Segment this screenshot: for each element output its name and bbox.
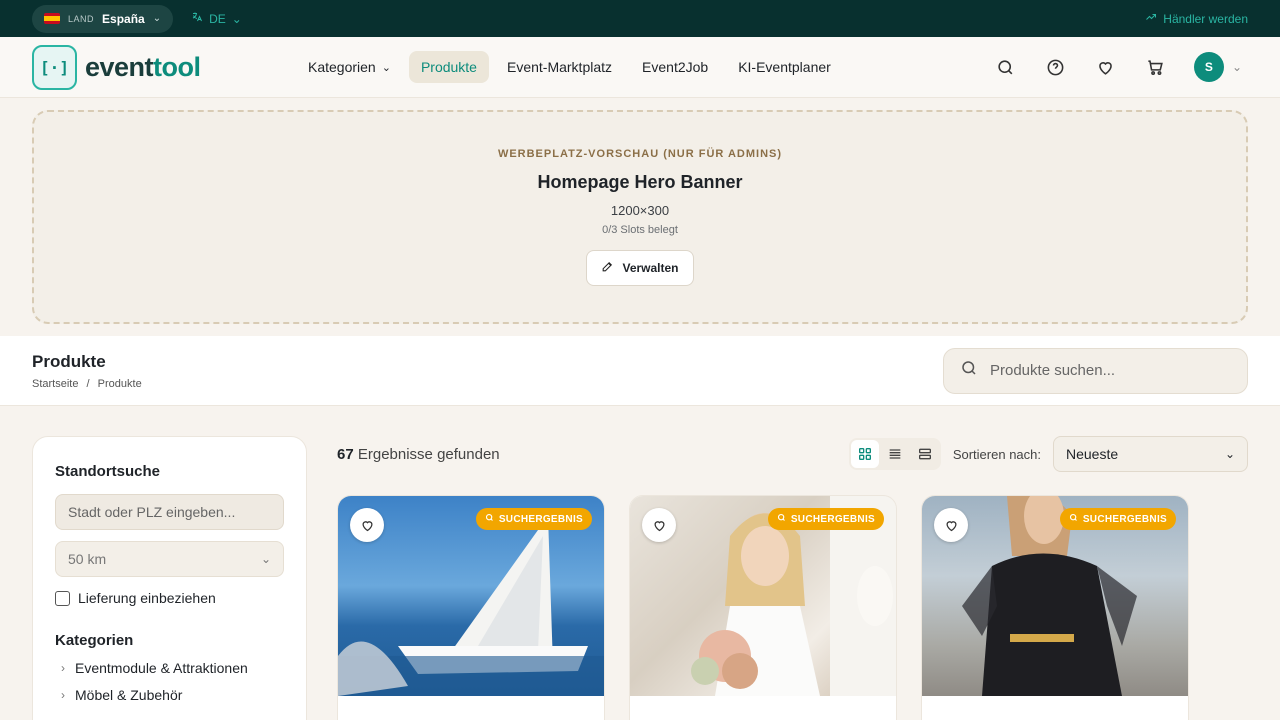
dealer-link[interactable]: Händler werden: [1145, 11, 1248, 26]
delivery-checkbox-row[interactable]: Lieferung einbeziehen: [55, 590, 284, 606]
favorite-button[interactable]: [934, 508, 968, 542]
language-value: DE: [209, 11, 226, 26]
chevron-down-icon: ⌄: [381, 61, 391, 74]
category-label: Möbel & Zubehör: [75, 687, 183, 703]
compact-view-icon[interactable]: [911, 440, 939, 468]
spain-flag-icon: [44, 13, 60, 24]
radius-value: 50 km: [68, 551, 107, 567]
heart-icon: [945, 520, 957, 531]
logo[interactable]: [·] eventtool: [32, 44, 272, 90]
top-bar: LAND España ⌄ DE ⌄ Händler werden: [0, 0, 1280, 37]
badge-label: SUCHERGEBNIS: [790, 513, 875, 525]
nav-label: Event2Job: [642, 59, 709, 75]
breadcrumb: Startseite / Produkte: [32, 378, 142, 390]
breadcrumb-current: Produkte: [97, 377, 142, 390]
country-label: LAND: [68, 13, 95, 24]
breadcrumb-separator: /: [86, 377, 90, 390]
search-icon[interactable]: [994, 55, 1018, 79]
user-menu[interactable]: S ⌄: [1193, 52, 1242, 82]
language-selector[interactable]: DE ⌄: [191, 11, 242, 26]
sort-label: Sortieren nach:: [952, 446, 1041, 462]
ad-slot-preview: WERBEPLATZ-VORSCHAU (NUR FÜR ADMINS) Hom…: [32, 110, 1248, 324]
radius-select[interactable]: 50 km ⌄: [55, 541, 284, 577]
translate-icon: [191, 11, 203, 26]
ad-size: 1200×300: [610, 203, 670, 218]
nav-item-produkte[interactable]: Produkte: [408, 51, 489, 83]
product-search-input[interactable]: [990, 362, 1220, 379]
chevron-right-icon: ›: [61, 661, 65, 675]
main-header: [·] eventtool Kategorien ⌄ Produkte Even…: [0, 37, 1280, 98]
logo-mark-icon: [·]: [32, 44, 77, 90]
product-search: [943, 347, 1248, 394]
results-count: 67 Ergebnisse gefunden: [337, 445, 500, 463]
list-view-icon[interactable]: [881, 440, 909, 468]
product-image-sailboat[interactable]: SUCHERGEBNIS: [338, 496, 604, 696]
manage-button-label: Verwalten: [622, 261, 679, 275]
nav-item-event-marktplatz[interactable]: Event-Marktplatz: [495, 51, 624, 83]
country-selector[interactable]: LAND España ⌄: [32, 4, 174, 33]
search-icon: [1069, 513, 1078, 525]
product-image-dress[interactable]: SUCHERGEBNIS: [922, 496, 1188, 696]
product-card[interactable]: SUCHERGEBNIS: [629, 495, 897, 720]
view-toggle: [848, 438, 941, 470]
search-result-badge: SUCHERGEBNIS: [1059, 508, 1176, 530]
ad-title: Homepage Hero Banner: [537, 172, 743, 192]
ad-eyebrow: WERBEPLATZ-VORSCHAU (NUR FÜR ADMINS): [497, 148, 783, 160]
badge-label: SUCHERGEBNIS: [1082, 513, 1167, 525]
search-icon: [485, 513, 494, 525]
heart-icon: [361, 520, 373, 531]
heart-icon[interactable]: [1094, 55, 1118, 79]
chevron-down-icon: ⌄: [1231, 60, 1242, 74]
page-header: Produkte Startseite / Produkte: [0, 336, 1280, 406]
search-result-badge: SUCHERGEBNIS: [767, 508, 884, 530]
chevron-down-icon: ⌄: [260, 552, 271, 566]
trend-up-icon: [1145, 11, 1157, 26]
nav-label: KI-Eventplaner: [738, 59, 831, 75]
favorite-button[interactable]: [350, 508, 384, 542]
ad-slots: 0/3 Slots belegt: [602, 224, 678, 236]
product-card[interactable]: SUCHERGEBNIS: [921, 495, 1189, 720]
edit-icon: [601, 260, 614, 276]
chevron-right-icon: ›: [61, 688, 65, 702]
chevron-down-icon: ⌄: [231, 11, 242, 26]
category-item[interactable]: › Eventmodule & Attraktionen: [55, 660, 284, 676]
search-icon: [960, 359, 978, 382]
nav-label: Kategorien: [308, 59, 376, 75]
heart-icon: [653, 520, 665, 531]
delivery-checkbox[interactable]: [55, 590, 70, 606]
filter-sidebar: Standortsuche Stadt oder PLZ eingeben...…: [32, 436, 307, 720]
grid-view-icon[interactable]: [850, 440, 879, 468]
logo-text: eventtool: [85, 51, 201, 82]
category-item[interactable]: › Möbel & Zubehör: [55, 687, 284, 703]
nav-label: Event-Marktplatz: [506, 59, 613, 75]
location-input[interactable]: Stadt oder PLZ eingeben...: [55, 494, 284, 530]
badge-label: SUCHERGEBNIS: [498, 513, 583, 525]
country-value: España: [102, 11, 145, 26]
avatar: S: [1193, 52, 1224, 82]
location-title: Standortsuche: [55, 463, 161, 480]
sort-value: Neueste: [1066, 446, 1119, 462]
nav-item-ki-eventplaner[interactable]: KI-Eventplaner: [726, 51, 843, 83]
cart-icon[interactable]: [1144, 55, 1168, 79]
nav-item-event2job[interactable]: Event2Job: [630, 51, 720, 83]
category-label: Eventmodule & Attraktionen: [75, 660, 248, 676]
favorite-button[interactable]: [642, 508, 676, 542]
sort-select[interactable]: Neueste ⌄: [1053, 436, 1248, 472]
page-title: Produkte: [32, 351, 106, 371]
product-image-bride[interactable]: SUCHERGEBNIS: [630, 496, 896, 696]
chevron-down-icon: ⌄: [1224, 447, 1235, 461]
nav-item-kategorien[interactable]: Kategorien ⌄: [296, 51, 403, 83]
search-result-badge: SUCHERGEBNIS: [475, 508, 592, 530]
help-icon[interactable]: [1044, 55, 1068, 79]
dealer-link-label: Händler werden: [1163, 11, 1248, 26]
categories-title: Kategorien: [55, 632, 134, 649]
breadcrumb-home[interactable]: Startseite: [32, 378, 78, 390]
chevron-down-icon: ⌄: [152, 13, 162, 24]
manage-button[interactable]: Verwalten: [586, 250, 694, 286]
product-card[interactable]: SUCHERGEBNIS: [337, 495, 605, 720]
search-icon: [777, 513, 786, 525]
main-nav: Kategorien ⌄ Produkte Event-Marktplatz E…: [296, 51, 843, 83]
nav-label: Produkte: [420, 59, 477, 75]
delivery-label: Lieferung einbeziehen: [78, 590, 216, 606]
